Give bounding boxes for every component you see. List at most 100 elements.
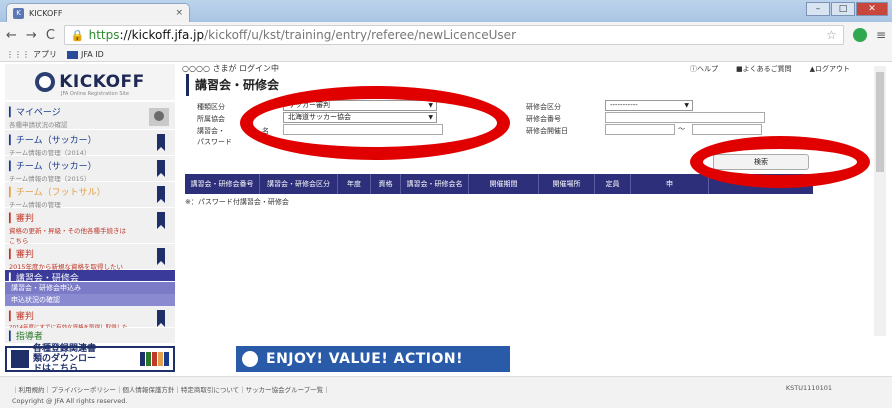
faq-link[interactable]: ■よくあるご質問 [736,64,792,74]
page-id: KSTU1110101 [785,384,832,392]
kickoff-ball-icon [35,72,56,92]
forward-arrow-icon[interactable]: → [26,28,37,43]
sidebar-item-team-soccer-2014[interactable]: チーム（サッカー） チーム情報の管理（2014） [5,130,175,157]
date-range-separator: 〜 [678,125,685,133]
sidebar-item-referee-existing[interactable]: 審判 2014年度にすでに有効な資格を取得し取得したい方 [5,306,175,339]
col-year[interactable]: 年度 [338,174,371,194]
lock-icon: 🔒 [70,28,85,42]
download-banner[interactable]: 各種登録関連書類のダウンロードはこちら [5,344,175,374]
minimize-icon[interactable]: – [806,2,830,16]
browser-tabbar: K KICKOFF × – □ ✕ [0,0,892,22]
tab-close-icon[interactable]: × [175,8,183,18]
browser-tab[interactable]: K KICKOFF × [6,3,190,22]
col-qualification[interactable]: 資格 [371,174,401,194]
kickoff-logo[interactable]: KICKOFF JFA Online Registration Site [5,64,175,100]
course-category-label: 研修会区分 [526,103,561,111]
sidebar-item-referee-new[interactable]: 審判 2015年度から新規な資格を取得したい方 [5,244,175,281]
enjoy-banner[interactable]: ENJOY! VALUE! ACTION! [236,346,510,372]
url-host: ://kickoff.jfa.jp [119,28,205,42]
url-scheme: https [88,28,120,42]
col-period[interactable]: 開催期間 [469,174,539,194]
download-banner-text: 各種登録関連書類のダウンロードはこちら [33,344,97,374]
sidebar-item-label: 審判 [9,211,171,224]
apps-grid-icon: ⋮⋮⋮ [6,50,30,59]
chevron-down-icon: ▼ [684,102,689,109]
bookmarks-bar: ⋮⋮⋮ アプリ JFA ID [0,48,892,62]
col-apply[interactable]: 申 [631,174,709,194]
avatar-icon [149,108,169,126]
sidebar-subitem-status[interactable]: 申込状況の確認 [5,294,175,306]
sidebar-item-label: 審判 [9,309,171,322]
bookmark-jfa-label: JFA ID [81,50,104,59]
col-place[interactable]: 開催場所 [539,174,595,194]
password-note: ※：パスワード付講習会・研修会 [185,198,289,206]
window-close-icon[interactable]: ✕ [856,2,888,16]
sidebar-item-mypage[interactable]: マイページ 各種申請状況の確認 [5,102,175,130]
annotation-oval-form [240,86,510,160]
page-body: KICKOFF JFA Online Registration Site マイペ… [0,62,892,408]
course-number-label: 研修会番号 [526,115,561,123]
date-to-input[interactable] [692,124,762,135]
association-label: 所属協会 [197,115,225,123]
sidebar-item-sub: 各種申請状況の確認 [9,121,68,129]
col-course-number[interactable]: 講習会・研修会番号 [185,174,260,194]
col-course-name[interactable]: 講習会・研修会名 [401,174,469,194]
kickoff-favicon-icon: K [13,7,24,19]
url-path: /kickoff/u/kst/training/entry/referee/ne… [204,28,517,42]
jfa-logo-icon [67,50,78,59]
sidebar-item-courses[interactable]: 講習会・研修会 [5,270,175,284]
col-capacity[interactable]: 定員 [595,174,631,194]
sidebar-item-label: チーム（サッカー） [9,133,171,146]
footer-links[interactable]: ｜利用規約｜プライバシーポリシー｜個人情報保護方針｜特定商取引について｜サッカー… [12,384,330,394]
bookmark-apps-label: アプリ [33,50,57,59]
browser-menu-icon[interactable]: ≡ [876,28,886,42]
bookmark-icon [157,134,165,151]
copyright: Copyright @ JFA All rights reserved. [12,397,128,405]
sidebar-item-label: 指導者 [9,329,171,342]
bookmark-star-icon[interactable]: ☆ [826,28,837,42]
logo-subtitle: JFA Online Registration Site [61,91,129,97]
scrollbar[interactable] [874,66,886,336]
sidebar-item-coach[interactable]: 指導者 [5,328,175,344]
sidebar-item-referee-renew[interactable]: 審判 資格の更新・昇級・その他各種手続きはこちら [5,208,175,245]
login-user: ○○○○ さまが ログイン中 [182,64,280,73]
sidebar-item-label: チーム（サッカー） [9,159,171,172]
course-category-value: ----------- [610,101,638,109]
document-icon [11,350,29,368]
bookmark-icon [157,212,165,229]
bookmark-apps[interactable]: ⋮⋮⋮ アプリ [6,49,57,60]
sidebar-item-team-soccer-2015[interactable]: チーム（サッカー） チーム情報の管理（2015） [5,156,175,183]
extension-icon[interactable] [852,28,867,42]
window-controls: – □ ✕ [806,2,888,16]
sidebar-subitem-apply[interactable]: 講習会・研修会申込み [5,282,175,294]
logout-label: ログアウト [815,65,850,73]
browser-navbar: ← → C 🔒 https://kickoff.jfa.jp/kickoff/u… [0,22,892,48]
maximize-icon[interactable]: □ [831,2,855,16]
address-bar[interactable]: 🔒 https://kickoff.jfa.jp/kickoff/u/kst/t… [63,25,844,45]
password-label: パスワード [197,138,232,146]
tab-title: KICKOFF [29,8,63,18]
date-from-input[interactable] [605,124,675,135]
logout-link[interactable]: ▲ログアウト [810,64,850,74]
bookmark-icon [157,248,165,265]
course-date-label: 研修会開催日 [526,127,568,135]
bookmark-icon [157,160,165,177]
course-number-input[interactable] [605,112,765,123]
reload-icon[interactable]: C [46,28,55,43]
header-links: ⓘヘルプ ■よくあるご質問 ▲ログアウト [690,64,850,74]
scrollbar-thumb[interactable] [876,72,884,172]
back-arrow-icon[interactable]: ← [6,28,17,43]
col-course-category[interactable]: 講習会・研修会区分 [260,174,338,194]
logo-text: KICKOFF [59,72,145,92]
sidebar-item-label: チーム（フットサル） [9,185,171,198]
sidebar-item-team-futsal[interactable]: チーム（フットサル） チーム情報の管理 [5,182,175,209]
course-category-select[interactable]: ----------- ▼ [605,100,693,111]
faq-label: よくあるご質問 [742,65,792,73]
footer: ｜利用規約｜プライバシーポリシー｜個人情報保護方針｜特定商取引について｜サッカー… [0,376,892,408]
course-name-label: 講習会・ [197,127,225,135]
bookmark-jfa-id[interactable]: JFA ID [67,50,104,59]
annotation-oval-search [690,136,870,188]
sidebar-item-label: 審判 [9,247,171,260]
help-link[interactable]: ⓘヘルプ [690,64,718,74]
sidebar-item-label: マイページ [9,105,171,118]
